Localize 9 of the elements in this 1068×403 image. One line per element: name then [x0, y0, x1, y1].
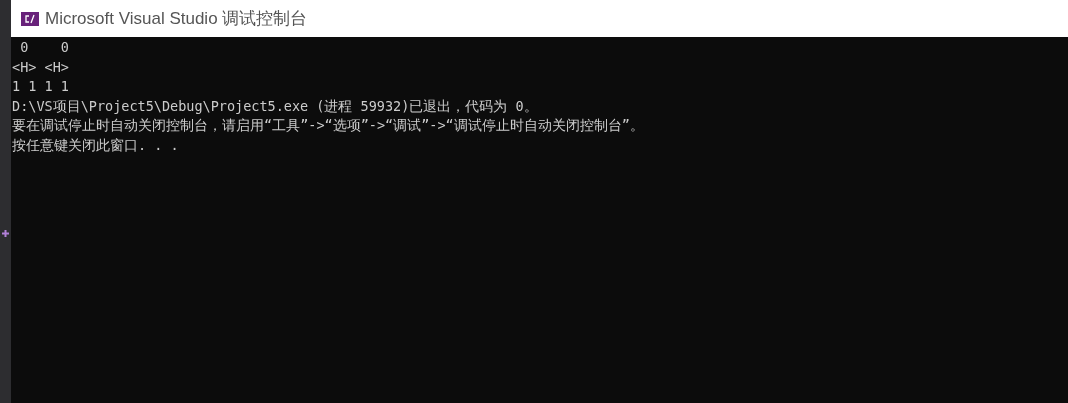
- console-line: <H> <H>: [12, 57, 69, 77]
- plus-icon: [2, 230, 9, 237]
- window-title: Microsoft Visual Studio 调试控制台: [45, 7, 308, 30]
- console-app-icon: [21, 11, 39, 26]
- console-line: 0 0: [19, 38, 69, 57]
- console-line: 按任意键关闭此窗口. . .: [12, 135, 179, 155]
- console-line: D:\VS项目\Project5\Debug\Project5.exe (进程 59932)已退出，代码为 0。: [12, 96, 538, 116]
- console-line: 1 1 1 1: [12, 77, 69, 97]
- console-line: 要在调试停止时自动关闭控制台，请启用“工具”->“选项”->“调试”->“调试停止时自动关闭控制台”。: [12, 116, 644, 136]
